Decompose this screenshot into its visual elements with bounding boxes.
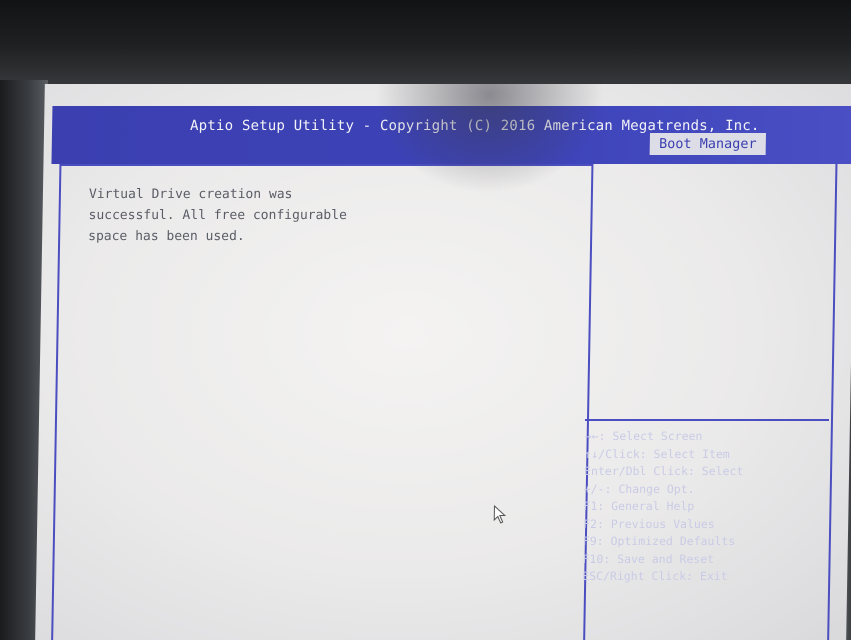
- key-help-list: →←: Select Screen ↑↓/Click: Select Item …: [582, 428, 825, 586]
- message-line: successful. All free configurable: [88, 208, 347, 223]
- item-help-panel: [584, 164, 834, 421]
- help-item: ESC/Right Click: Exit: [582, 569, 728, 583]
- help-item: F1: General Help: [583, 499, 695, 513]
- header-title: Aptio Setup Utility - Copyright (C) 2016…: [189, 118, 760, 134]
- help-item: +/-: Change Opt.: [583, 481, 695, 496]
- mouse-pointer-icon: [493, 505, 507, 524]
- message-line: Virtual Drive creation was: [88, 187, 293, 202]
- help-item: →←: Select Screen: [584, 429, 703, 443]
- help-item: F2: Previous Values: [583, 516, 715, 531]
- message-line: space has been used.: [88, 229, 245, 244]
- tab-boot-manager[interactable]: Boot Manager: [649, 133, 766, 155]
- help-item: F9: Optimized Defaults: [582, 534, 736, 548]
- status-message: Virtual Drive creation was successful. A…: [88, 184, 389, 247]
- bios-header: Aptio Setup Utility - Copyright (C) 2016…: [51, 106, 851, 164]
- help-item: Enter/Dbl Click: Select: [583, 464, 744, 478]
- help-item: ↑↓/Click: Select Item: [584, 446, 730, 461]
- bios-screen: Aptio Setup Utility - Copyright (C) 2016…: [35, 84, 851, 640]
- main-panel: Virtual Drive creation was successful. A…: [51, 164, 594, 640]
- monitor-bezel-top: [0, 0, 851, 95]
- help-item: F10: Save and Reset: [582, 551, 715, 566]
